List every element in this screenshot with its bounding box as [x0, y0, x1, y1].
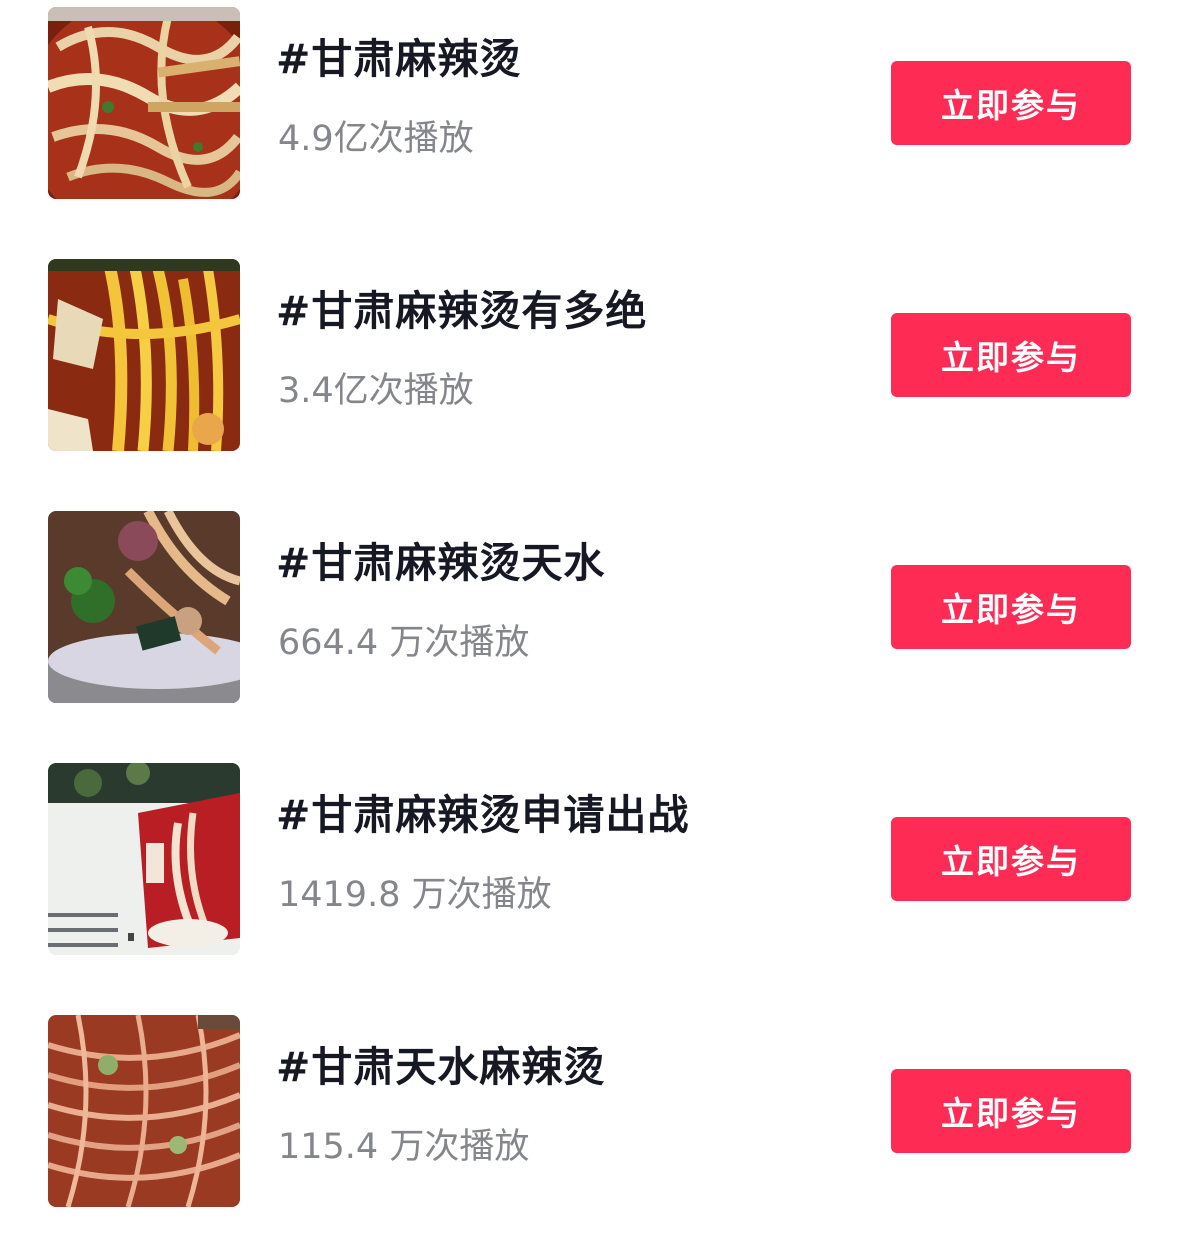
- restaurant-wall-photo-icon: [48, 763, 240, 955]
- topic-thumbnail[interactable]: [48, 7, 240, 199]
- food-photo-icon: [48, 7, 240, 199]
- join-button[interactable]: 立即参与: [891, 61, 1131, 145]
- topic-item[interactable]: #甘肃麻辣烫有多绝 3.4亿次播放 立即参与: [0, 259, 1179, 451]
- topic-thumbnail[interactable]: [48, 259, 240, 451]
- topic-item[interactable]: #甘肃天水麻辣烫 115.4 万次播放 立即参与: [0, 1015, 1179, 1207]
- topic-title[interactable]: #甘肃天水麻辣烫: [276, 1047, 605, 1088]
- food-photo-icon: [48, 1015, 240, 1207]
- topic-title[interactable]: #甘肃麻辣烫申请出战: [276, 795, 689, 836]
- join-button[interactable]: 立即参与: [891, 1069, 1131, 1153]
- topic-item[interactable]: #甘肃麻辣烫 4.9亿次播放 立即参与: [0, 7, 1179, 199]
- topic-play-count: 3.4亿次播放: [278, 371, 474, 411]
- topic-title[interactable]: #甘肃麻辣烫: [276, 39, 521, 80]
- topic-title[interactable]: #甘肃麻辣烫天水: [276, 543, 605, 584]
- topic-thumbnail[interactable]: [48, 511, 240, 703]
- food-photo-icon: [48, 511, 240, 703]
- topic-item[interactable]: #甘肃麻辣烫申请出战 1419.8 万次播放 立即参与: [0, 763, 1179, 955]
- join-button[interactable]: 立即参与: [891, 817, 1131, 901]
- topic-play-count: 1419.8 万次播放: [278, 875, 552, 915]
- topic-title[interactable]: #甘肃麻辣烫有多绝: [276, 291, 647, 332]
- topic-thumbnail[interactable]: [48, 763, 240, 955]
- topic-list: #甘肃麻辣烫 4.9亿次播放 立即参与 #甘肃麻辣烫有多绝 3.4亿次播放 立即…: [0, 0, 1179, 1241]
- join-button[interactable]: 立即参与: [891, 313, 1131, 397]
- topic-play-count: 4.9亿次播放: [278, 119, 474, 159]
- food-photo-icon: [48, 259, 240, 451]
- topic-play-count: 664.4 万次播放: [278, 623, 530, 663]
- topic-thumbnail[interactable]: [48, 1015, 240, 1207]
- join-button[interactable]: 立即参与: [891, 565, 1131, 649]
- topic-play-count: 115.4 万次播放: [278, 1127, 530, 1167]
- topic-item[interactable]: #甘肃麻辣烫天水 664.4 万次播放 立即参与: [0, 511, 1179, 703]
